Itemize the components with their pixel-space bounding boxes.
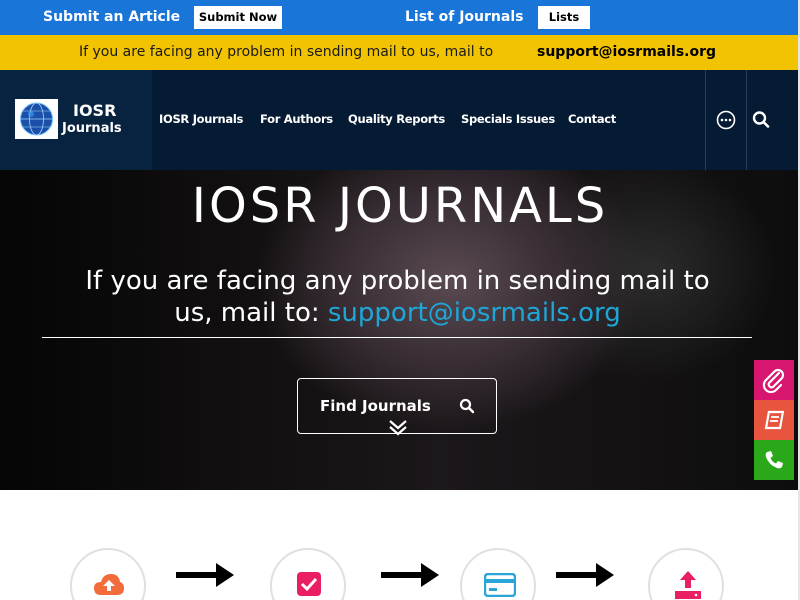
arrow-right-icon bbox=[176, 563, 234, 587]
hero-title: IOSR JOURNALS bbox=[191, 178, 609, 234]
step-payment-circle bbox=[460, 548, 536, 600]
search-icon bbox=[459, 398, 475, 414]
hero-message-line2: us, mail to: support@iosrmails.org bbox=[0, 298, 795, 328]
double-chevron-down-icon[interactable] bbox=[388, 419, 408, 437]
search-icon[interactable] bbox=[752, 110, 770, 130]
nav-item-contact[interactable]: Contact bbox=[568, 112, 616, 126]
nav-item-iosr-journals[interactable]: IOSR Journals bbox=[159, 112, 243, 126]
logo[interactable]: IOSR Journals bbox=[0, 70, 152, 170]
list-of-journals-label: List of Journals bbox=[405, 9, 524, 25]
nav-item-specials-issues[interactable]: Specials Issues bbox=[461, 112, 555, 126]
step-upload-circle bbox=[70, 548, 146, 600]
find-journals-label: Find Journals bbox=[320, 397, 431, 415]
checkbox-icon bbox=[297, 572, 321, 596]
upload-tray-icon bbox=[675, 571, 701, 599]
globe-logo-icon bbox=[15, 99, 58, 139]
nav-item-for-authors[interactable]: For Authors bbox=[260, 112, 333, 126]
hero-message-prefix: us, mail to: bbox=[174, 298, 328, 328]
main-navbar: IOSR Journals IOSR Journals For Authors … bbox=[0, 70, 800, 170]
step-publish-circle bbox=[648, 548, 724, 600]
hero-message-line1: If you are facing any problem in sending… bbox=[85, 266, 710, 296]
credit-card-icon bbox=[484, 573, 516, 597]
logo-subtitle: Journals bbox=[62, 121, 122, 136]
logo-title: IOSR bbox=[73, 101, 117, 120]
mail-notice-bar: If you are facing any problem in sending… bbox=[0, 35, 800, 70]
arrow-right-icon bbox=[381, 563, 439, 587]
nav-divider bbox=[705, 70, 706, 170]
top-bar: Submit an Article Submit Now List of Jou… bbox=[0, 0, 800, 35]
cloud-upload-icon bbox=[94, 574, 124, 595]
submit-now-button[interactable]: Submit Now bbox=[194, 6, 282, 29]
nav-divider bbox=[746, 70, 747, 170]
arrow-right-icon bbox=[556, 563, 614, 587]
step-review-circle bbox=[270, 548, 346, 600]
hero-banner: IOSR JOURNALS If you are facing any prob… bbox=[0, 170, 800, 490]
submit-article-label: Submit an Article bbox=[43, 9, 181, 25]
notice-text: If you are facing any problem in sending… bbox=[79, 44, 494, 60]
hero-email-link[interactable]: support@iosrmails.org bbox=[328, 298, 621, 328]
more-icon[interactable] bbox=[716, 110, 736, 130]
paperclip-icon[interactable] bbox=[754, 360, 794, 400]
notice-email-link[interactable]: support@iosrmails.org bbox=[537, 44, 716, 60]
hero-divider bbox=[42, 337, 752, 338]
nav-item-quality-reports[interactable]: Quality Reports bbox=[348, 112, 445, 126]
book-icon[interactable] bbox=[754, 400, 794, 440]
lists-button[interactable]: Lists bbox=[538, 6, 590, 29]
phone-icon[interactable] bbox=[754, 440, 794, 480]
